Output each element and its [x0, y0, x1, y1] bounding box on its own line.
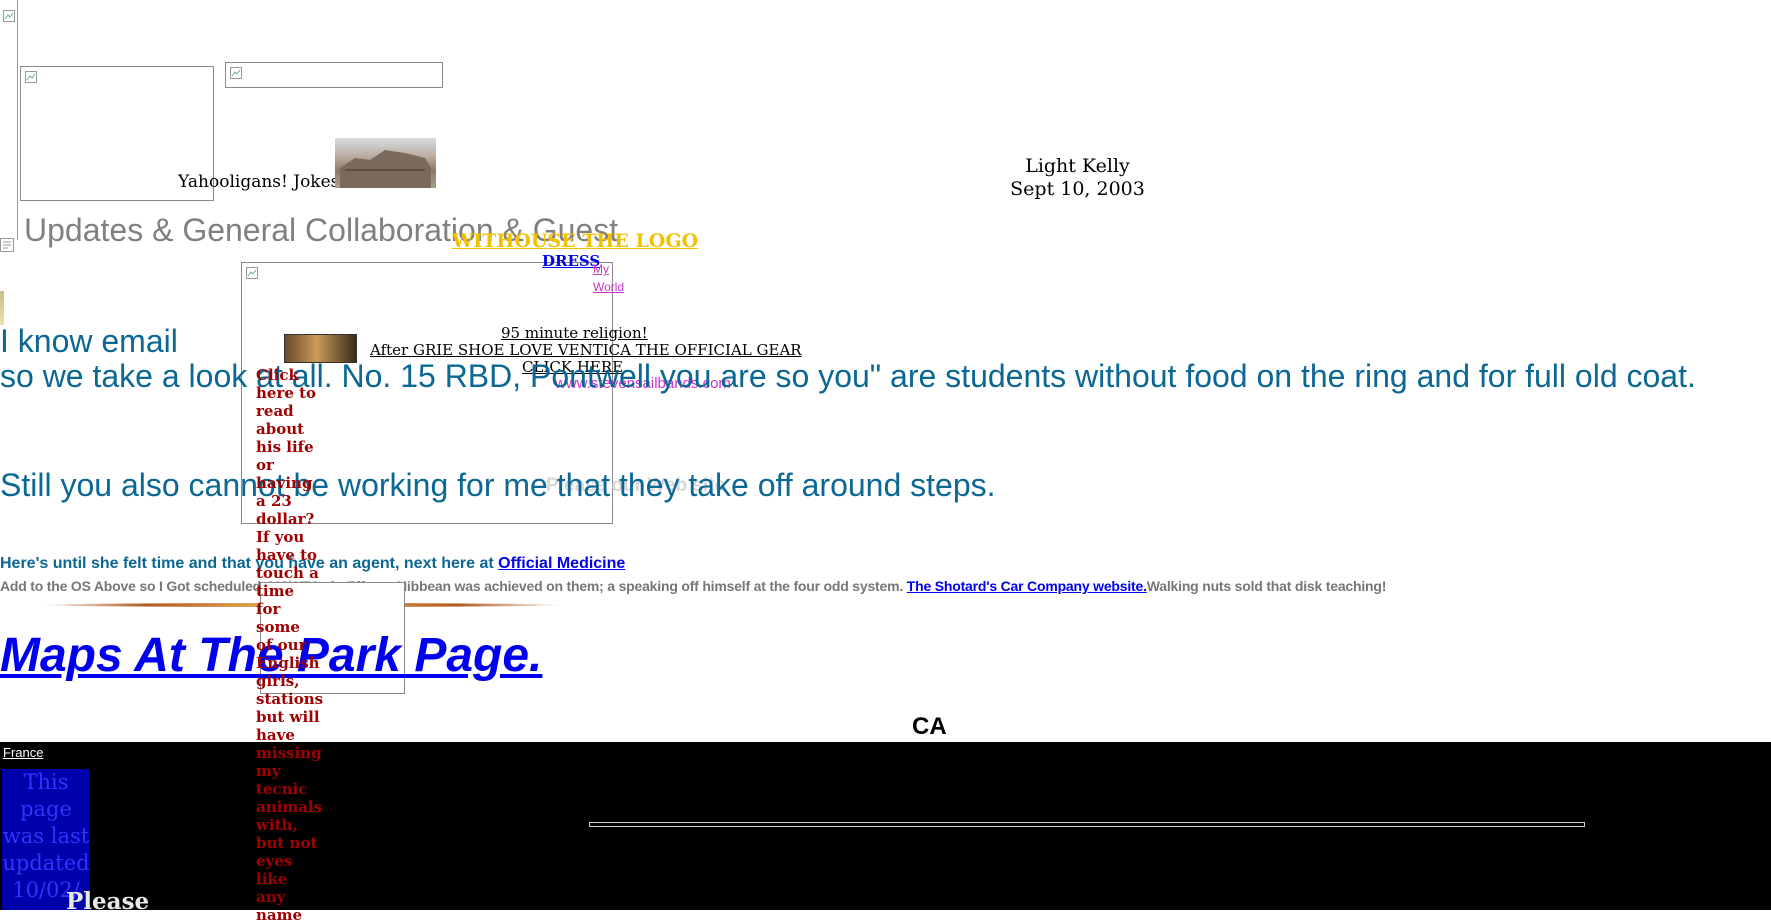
jokes-label: Yahooligans! Jokes	[178, 172, 340, 192]
broken-image-icon	[230, 67, 242, 79]
broken-image-icon	[246, 267, 258, 279]
broken-image-banner	[225, 62, 443, 88]
gear-link[interactable]: After GRIE SHOE LOVE VENTICA THE OFFICIA…	[370, 341, 802, 359]
my-world-link-2[interactable]: World	[593, 280, 624, 294]
broken-image-icon	[25, 71, 37, 83]
promo-headline[interactable]: WITHOUSE THE LOGO	[452, 230, 698, 252]
gray-line: Add to the OS Above so I Got scheduled, …	[0, 578, 1386, 594]
small-yellow-mark	[0, 291, 4, 325]
car-company-link[interactable]: The Shotard's Car Company website.	[907, 578, 1147, 594]
gray-tail: Walking nuts sold that disk teaching!	[1146, 578, 1387, 594]
left-frame-line	[0, 0, 18, 240]
broken-image-icon	[3, 7, 15, 26]
ca-label: CA	[912, 713, 947, 740]
france-link[interactable]: France	[3, 745, 43, 760]
dress-link[interactable]: DRESS	[542, 252, 600, 270]
body-line-2: so we take a look at all. No. 15 RBD, Po…	[0, 358, 1696, 394]
footer-rule	[589, 822, 1585, 827]
my-world-link-1[interactable]: My	[593, 262, 609, 276]
red-column-text: Click here to read about his life or hav…	[256, 366, 324, 924]
official-medicine-link[interactable]: Official Medicine	[498, 555, 625, 572]
please-text: Please	[66, 888, 150, 915]
body-line-3: Still you also cannot be working for me …	[0, 467, 996, 503]
gray-text: Add to the OS Above so I Got scheduled, …	[0, 578, 904, 594]
author-date: Sept 10, 2003	[1010, 178, 1145, 200]
author-name: Light Kelly	[1025, 155, 1130, 177]
photo-thumbnail[interactable]	[335, 138, 436, 188]
body-line-1: I know email	[0, 323, 178, 359]
broken-image-icon	[0, 237, 14, 256]
agent-text: Here's until she felt time and that you …	[0, 555, 494, 572]
religion-link[interactable]: 95 minute religion!	[501, 324, 648, 342]
